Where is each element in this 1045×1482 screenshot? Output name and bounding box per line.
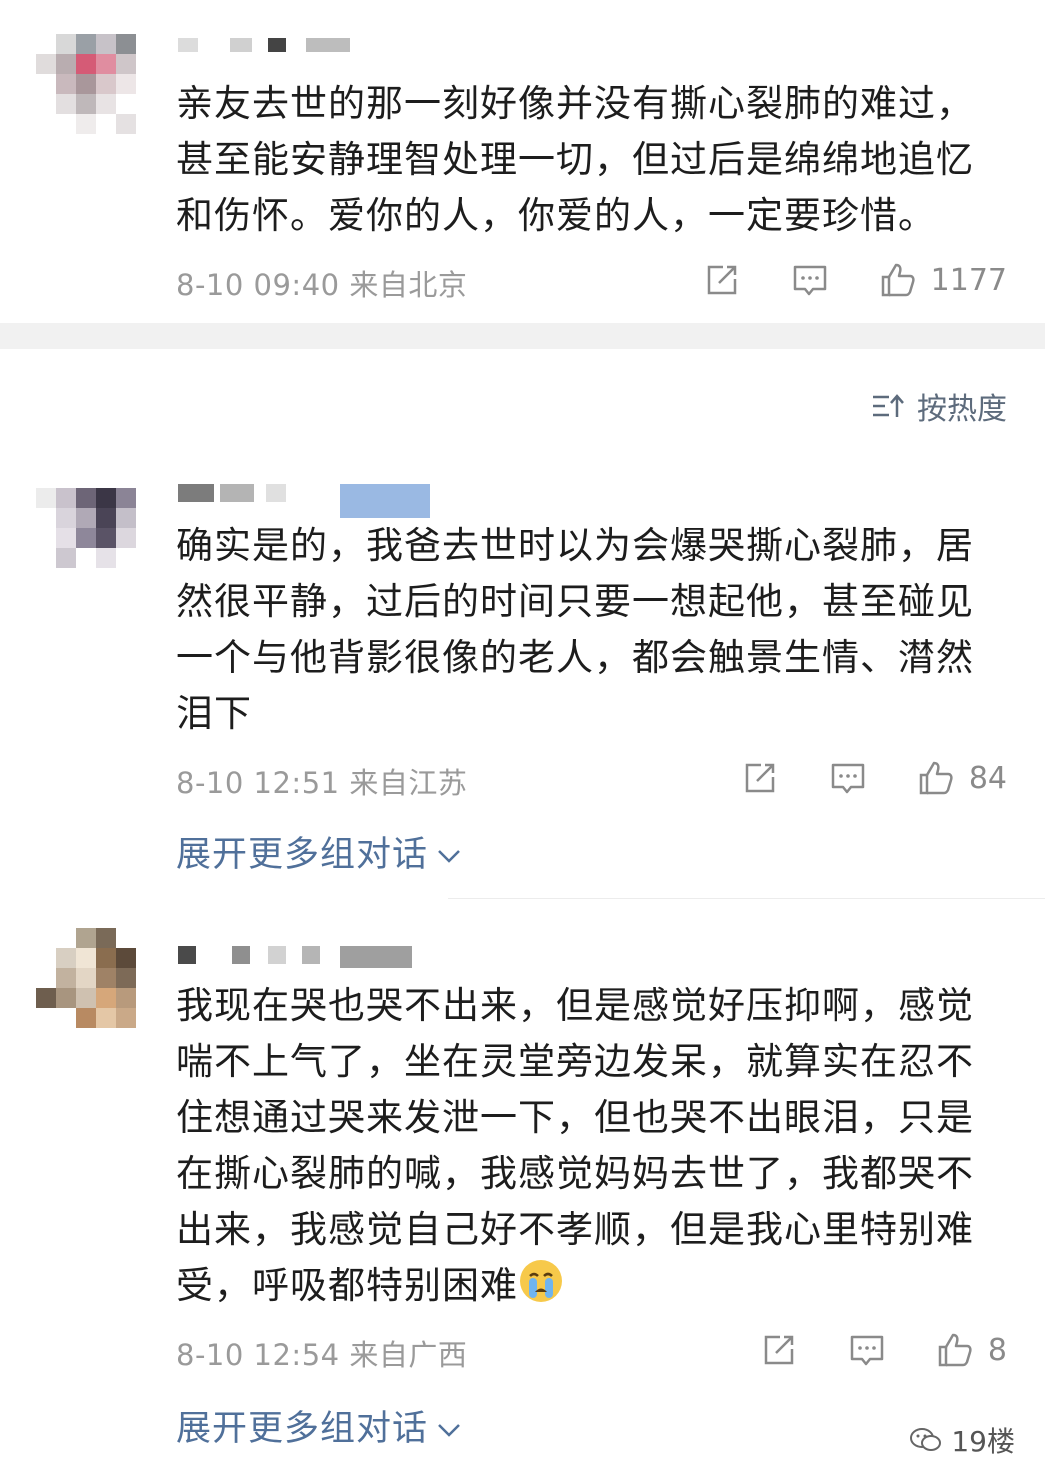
- watermark-label: 19楼: [951, 1425, 1015, 1458]
- comment-text: 确实是的，我爸去世时以为会爆哭撕心裂肺，居然很平静，过后的时间只要一想起他，甚至…: [176, 524, 974, 735]
- comment-icon[interactable]: [829, 759, 867, 797]
- sort-button[interactable]: 按热度: [871, 384, 1007, 428]
- share-icon[interactable]: [760, 1331, 798, 1369]
- chevron-down-icon: [438, 1424, 460, 1437]
- like-count: 1177: [930, 262, 1007, 298]
- comment-text-body: 我现在哭也哭不出来，但是感觉好压抑啊，感觉喘不上气了，坐在灵堂旁边发呆，就算实在…: [176, 984, 974, 1307]
- expand-conversation-link[interactable]: 展开更多组对话: [176, 826, 462, 877]
- share-icon[interactable]: [741, 759, 779, 797]
- comment-icon[interactable]: [791, 261, 829, 299]
- avatar[interactable]: [36, 468, 146, 578]
- comment-meta: 8-10 12:54 来自广西: [176, 1338, 468, 1372]
- like-icon[interactable]: [936, 1331, 974, 1369]
- wechat-icon: [910, 1428, 942, 1451]
- expand-label: 展开更多组对话: [176, 1409, 429, 1449]
- crying-emoji-icon: [520, 1260, 562, 1302]
- comment-meta: 8-10 09:40 来自北京: [176, 268, 468, 302]
- avatar[interactable]: [36, 928, 146, 1038]
- like-icon[interactable]: [917, 759, 955, 797]
- watermark: 19楼: [909, 1420, 1015, 1460]
- comment-actions: 84: [691, 756, 1007, 800]
- comment-text: 我现在哭也哭不出来，但是感觉好压抑啊，感觉喘不上气了，坐在灵堂旁边发呆，就算实在…: [176, 978, 1006, 1314]
- comment-actions: 1177: [653, 258, 1007, 302]
- sort-icon: [873, 394, 904, 417]
- comment-icon[interactable]: [848, 1331, 886, 1369]
- section-divider: [0, 323, 1045, 349]
- comment-text: 亲友去世的那一刻好像并没有撕心裂肺的难过，甚至能安静理智处理一切，但过后是绵绵地…: [176, 82, 974, 237]
- chevron-down-icon: [438, 850, 460, 863]
- avatar[interactable]: [36, 34, 146, 144]
- expand-label: 展开更多组对话: [176, 835, 429, 875]
- like-icon[interactable]: [879, 261, 917, 299]
- sort-label: 按热度: [917, 392, 1007, 427]
- comment-actions: 8: [710, 1328, 1007, 1372]
- expand-conversation-link[interactable]: 展开更多组对话: [176, 1400, 462, 1451]
- comment-meta: 8-10 12:51 来自江苏: [176, 766, 468, 800]
- divider: [448, 898, 1045, 899]
- like-count: 84: [968, 760, 1007, 796]
- like-count: 8: [987, 1332, 1007, 1368]
- share-icon[interactable]: [703, 261, 741, 299]
